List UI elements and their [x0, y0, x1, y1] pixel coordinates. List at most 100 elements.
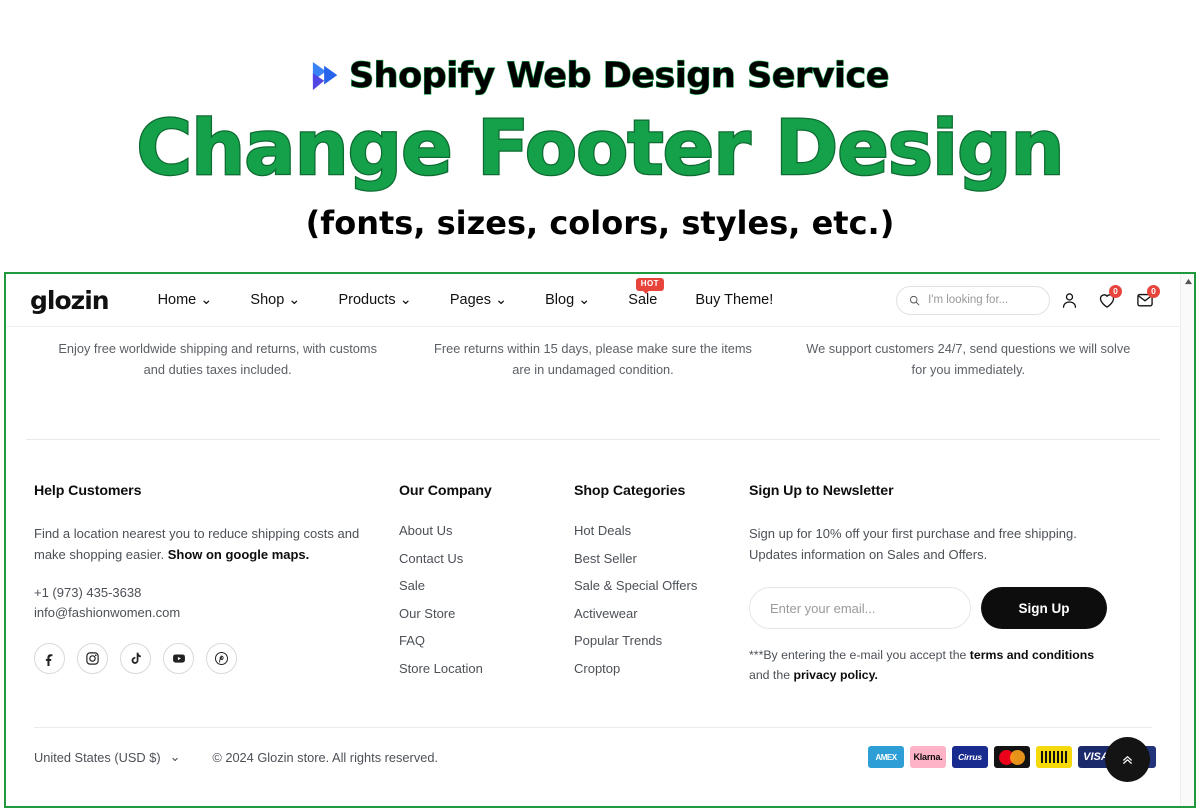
youtube-icon [172, 654, 185, 663]
footer-phone[interactable]: +1 (973) 435-3638 [34, 583, 399, 603]
footer-link-contact-us[interactable]: Contact Us [399, 551, 574, 566]
social-instagram[interactable] [77, 643, 108, 675]
chevron-double-up-icon [1123, 756, 1132, 765]
promo-headline: Change Footer Design [135, 103, 1066, 192]
nav-item-home[interactable]: Home ⌄ [139, 292, 232, 308]
social-youtube[interactable] [163, 643, 194, 675]
chevron-down-icon: ⌄ [399, 292, 412, 308]
search-box[interactable] [896, 285, 1050, 315]
hot-badge: HOT [635, 278, 664, 294]
footer-link-popular-trends[interactable]: Popular Trends [574, 633, 749, 648]
footer-link-faq[interactable]: FAQ [399, 633, 574, 648]
account-button[interactable] [1050, 285, 1088, 315]
footer-column-newsletter: Sign Up to Newsletter Sign up for 10% of… [749, 483, 1156, 685]
info-column-support: We support customers 24/7, send question… [806, 341, 1131, 377]
footer-column-company: Our Company About Us Contact Us Sale Our… [399, 483, 574, 685]
footer-bottom-bar: United States (USD $) ⌄ © 2024 Glozin st… [6, 728, 1180, 783]
copyright-text: © 2024 Glozin store. All rights reserved… [212, 749, 439, 765]
footer-link-store-location[interactable]: Store Location [399, 661, 574, 676]
privacy-policy-link[interactable]: privacy policy. [793, 668, 878, 682]
footer-column-categories: Shop Categories Hot Deals Best Seller Sa… [574, 483, 749, 685]
disclaimer-text-2: and the [749, 667, 794, 682]
footer-link-about-us[interactable]: About Us [399, 523, 574, 538]
google-maps-link[interactable]: Show on google maps. [168, 547, 310, 562]
chevron-down-icon: ⌄ [200, 292, 213, 308]
footer-link-hot-deals[interactable]: Hot Deals [574, 523, 749, 538]
newsletter-signup-button[interactable]: Sign Up [981, 587, 1107, 630]
country-label: United States (USD $) [34, 749, 161, 765]
footer-contact: +1 (973) 435-3638 info@fashionwomen.com [34, 583, 399, 623]
newsletter-email-input[interactable] [749, 587, 971, 630]
pinterest-icon [214, 652, 229, 666]
nav-item-buy-theme[interactable]: Buy Theme! [676, 292, 792, 308]
newsletter-disclaimer: ***By entering the e-mail you accept the… [749, 646, 1107, 685]
nav-label: Home [157, 292, 197, 308]
page-scrollbar[interactable] [1180, 274, 1194, 806]
wishlist-button[interactable]: 0 [1088, 285, 1126, 315]
nav-label: Blog [545, 292, 575, 308]
footer-main: Help Customers Find a location nearest y… [6, 440, 1180, 685]
site-header: glozin Home ⌄ Shop ⌄ Products ⌄ Pages ⌄ [6, 274, 1180, 327]
footer-column-help: Help Customers Find a location nearest y… [34, 483, 399, 685]
footer-help-text: Find a location nearest you to reduce sh… [34, 523, 364, 565]
promo-banner: Shopify Web Design Service Change Footer… [0, 0, 1200, 272]
footer-link-sale-special-offers[interactable]: Sale & Special Offers [574, 578, 749, 593]
maestro-badge [1036, 746, 1072, 769]
promo-service-title: Shopify Web Design Service [348, 55, 890, 96]
facebook-icon [45, 654, 53, 667]
amex-badge: AMEX [868, 746, 904, 769]
double-chevron-right-icon [312, 61, 338, 91]
terms-and-conditions-link[interactable]: terms and conditions [970, 648, 1094, 662]
user-icon [1062, 292, 1076, 308]
shipping-info-strip: Enjoy free worldwide shipping and return… [6, 327, 1180, 439]
social-facebook[interactable] [34, 643, 65, 675]
maestro-bars-icon [1041, 751, 1067, 764]
wishlist-count-badge: 0 [1109, 285, 1122, 298]
scroll-to-top-button[interactable] [1105, 737, 1150, 783]
footer-link-sale[interactable]: Sale [399, 578, 574, 593]
nav-item-shop[interactable]: Shop ⌄ [231, 292, 319, 308]
nav-label: Buy Theme! [695, 292, 774, 308]
footer-link-best-seller[interactable]: Best Seller [574, 551, 749, 566]
mastercard-circles-icon [999, 749, 1025, 765]
footer-link-our-store[interactable]: Our Store [399, 606, 574, 621]
promo-sub-headline: (fonts, sizes, colors, styles, etc.) [305, 204, 895, 242]
search-icon [909, 295, 920, 305]
footer-categories-title: Shop Categories [574, 483, 686, 499]
chevron-down-icon: ⌄ [578, 292, 591, 308]
cart-count-badge: 0 [1147, 285, 1160, 298]
nav-label: Sale [628, 292, 658, 308]
nav-label: Products [338, 292, 396, 308]
nav-item-products[interactable]: Products ⌄ [319, 292, 430, 308]
country-currency-selector[interactable]: United States (USD $) ⌄ [34, 749, 180, 765]
main-navigation: Home ⌄ Shop ⌄ Products ⌄ Pages ⌄ Blog ⌄ … [139, 278, 793, 308]
cart-button[interactable]: 0 [1126, 285, 1164, 315]
nav-item-sale[interactable]: HOT Sale [609, 278, 676, 308]
page-content: glozin Home ⌄ Shop ⌄ Products ⌄ Pages ⌄ [6, 274, 1180, 806]
search-input[interactable] [928, 294, 1037, 306]
chevron-down-icon: ⌄ [494, 292, 508, 308]
social-links [34, 643, 399, 675]
chevron-down-icon: ⌄ [169, 749, 181, 765]
footer-email[interactable]: info@fashionwomen.com [34, 603, 399, 623]
social-pinterest[interactable] [206, 643, 237, 675]
promo-subtitle-row: Shopify Web Design Service [311, 55, 890, 97]
footer-newsletter-title: Sign Up to Newsletter [749, 483, 894, 499]
cirrus-badge: Cirrus [952, 746, 988, 769]
footer-help-title: Help Customers [34, 483, 142, 499]
scroll-up-arrow-icon [1184, 278, 1192, 284]
newsletter-form: Sign Up [749, 587, 1156, 630]
disclaimer-text-1: ***By entering the e-mail you accept the [749, 648, 970, 663]
social-tiktok[interactable] [120, 643, 151, 675]
info-column-returns: Free returns within 15 days, please make… [434, 341, 752, 377]
site-logo[interactable]: glozin [30, 288, 110, 313]
nav-item-blog[interactable]: Blog ⌄ [526, 292, 609, 308]
mastercard-badge [994, 746, 1030, 769]
nav-item-pages[interactable]: Pages ⌄ [431, 292, 526, 308]
footer-link-croptop[interactable]: Croptop [574, 661, 749, 676]
instagram-icon [86, 652, 99, 666]
nav-label: Shop [250, 292, 285, 308]
footer-link-activewear[interactable]: Activewear [574, 606, 749, 621]
scrollbar-up-button[interactable] [1181, 274, 1194, 288]
klarna-badge: Klarna. [910, 746, 946, 769]
